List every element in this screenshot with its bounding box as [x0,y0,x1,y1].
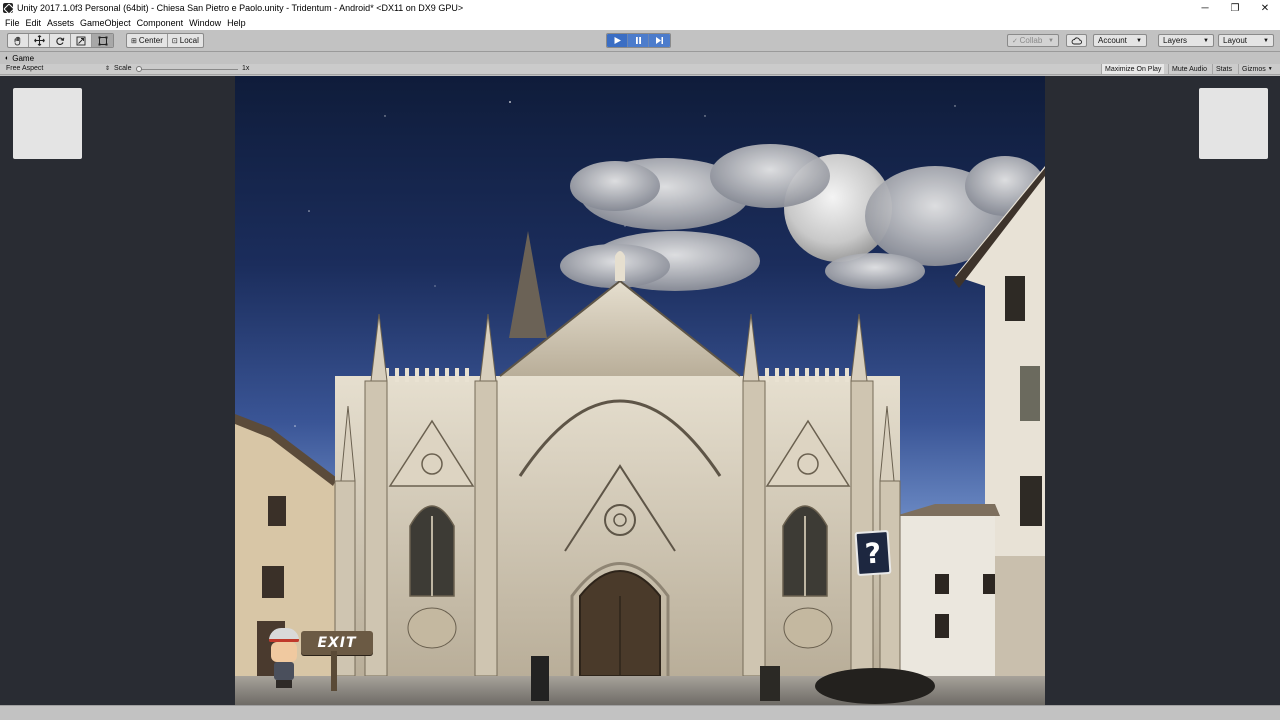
gizmos-label: Gizmos [1242,65,1266,73]
window-titlebar: Unity 2017.1.0f3 Personal (64bit) - Chie… [0,0,1280,16]
mute-audio-toggle[interactable]: Mute Audio [1168,64,1210,74]
pause-icon [635,37,641,44]
menu-help[interactable]: Help [226,18,251,28]
menu-window[interactable]: Window [188,18,226,28]
collab-dropdown[interactable]: ✓ Collab ▼ [1007,34,1059,47]
inventory-slot-right[interactable] [1199,88,1268,159]
menu-edit[interactable]: Edit [25,18,47,28]
chevron-down-icon: ▼ [1136,37,1142,44]
aspect-label: Free Aspect [6,65,44,72]
exit-signpost[interactable]: EXIT [301,631,373,655]
church-scene[interactable]: ? EXIT [235,76,1045,705]
cloud-button[interactable] [1066,34,1087,47]
status-bar [0,705,1280,720]
layout-label: Layout [1223,36,1248,45]
pause-button[interactable] [628,34,649,47]
rotate-icon[interactable] [50,34,71,47]
center-toggle[interactable]: ⊞ Center [127,34,168,47]
layers-label: Layers [1163,36,1188,45]
play-button[interactable] [607,34,628,47]
transform-tools [7,33,114,48]
maximize-on-play-toggle[interactable]: Maximize On Play [1101,64,1165,74]
main-toolbar: ⊞ Center ⊡ Local ✓ Collab ▼ Account ▼ La… [0,30,1280,52]
step-icon [656,37,663,44]
menu-component[interactable]: Component [136,18,189,28]
character-legs [276,680,292,688]
menu-bar: File Edit Assets GameObject Component Wi… [0,16,1280,30]
account-dropdown[interactable]: Account ▼ [1093,34,1147,47]
close-button[interactable]: ✕ [1250,0,1280,16]
rect-tool-icon[interactable] [92,34,113,47]
move-icon[interactable] [29,34,50,47]
help-sign-label: ? [863,535,883,571]
playback-controls [606,33,671,48]
game-tab-label: Game [12,54,35,63]
menu-file[interactable]: File [4,18,25,28]
scale-label: Scale [114,65,132,72]
restore-button[interactable]: ❐ [1220,0,1250,16]
pivot-toggles: ⊞ Center ⊡ Local [126,33,204,48]
local-label: Local [179,36,199,45]
pivot-local-icon: ⊡ [171,37,178,45]
menu-gameobject[interactable]: GameObject [79,18,136,28]
minimize-button[interactable]: ─ [1190,0,1220,16]
layers-dropdown[interactable]: Layers ▼ [1158,34,1214,47]
post-pole [331,651,337,691]
church-facade [334,231,901,677]
character-cap [269,628,299,642]
aspect-dropdown[interactable]: Free Aspect ⇕ [6,65,110,72]
window-controls: ─ ❐ ✕ [1190,0,1280,16]
collab-label: Collab [1019,36,1043,45]
game-view-bar: Free Aspect ⇕ Scale 1x Maximize On Play … [0,64,1280,75]
exit-label: EXIT [317,635,357,651]
help-sign[interactable]: ? [854,529,892,577]
local-toggle[interactable]: ⊡ Local [168,34,203,47]
chevron-down-icon: ▼ [1048,37,1054,44]
updown-arrows-icon: ⇕ [104,66,110,72]
scale-slider-track[interactable] [138,69,238,70]
chevron-down-icon: ▼ [1203,37,1209,44]
game-tab[interactable]: ◐ Game [0,53,1280,64]
menu-assets[interactable]: Assets [46,18,79,28]
character-body [274,662,294,680]
bin [531,656,549,701]
scale-value: 1x [242,65,250,72]
stats-toggle[interactable]: Stats [1212,64,1235,74]
scale-icon[interactable] [71,34,92,47]
game-controller-icon: ◐ [5,55,10,62]
step-button[interactable] [649,34,670,47]
pivot-center-icon: ⊞ [131,37,137,45]
collab-check-icon: ✓ [1012,37,1018,45]
game-viewport[interactable]: ? EXIT [0,76,1280,705]
scene-art [235,101,1045,705]
chevron-down-icon: ▼ [1267,66,1273,72]
account-label: Account [1098,36,1127,45]
scale-slider-thumb[interactable] [136,66,142,72]
cloud-icon [1071,36,1082,44]
center-label: Center [138,36,163,45]
unity-logo-icon [3,3,13,13]
character-face [271,642,297,662]
inventory-slot-left[interactable] [13,88,82,159]
hand-icon[interactable] [8,34,29,47]
chevron-down-icon: ▼ [1263,37,1269,44]
play-icon [614,37,621,44]
layout-dropdown[interactable]: Layout ▼ [1218,34,1274,47]
gizmos-dropdown[interactable]: Gizmos ▼ [1238,64,1276,74]
window-title: Unity 2017.1.0f3 Personal (64bit) - Chie… [17,3,464,13]
player-character[interactable] [265,628,303,690]
